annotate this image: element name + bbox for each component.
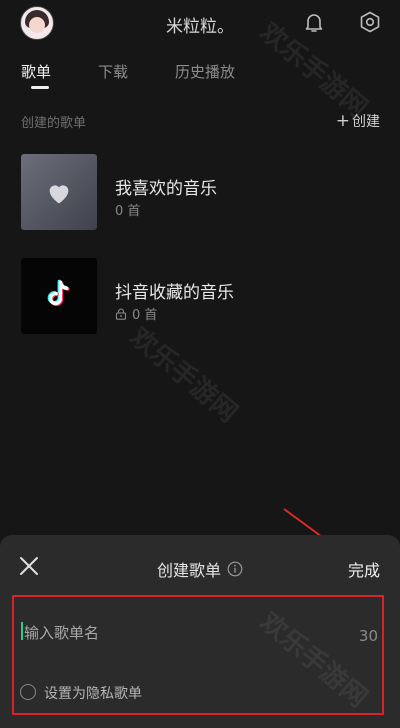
plus-icon: + — [335, 111, 350, 131]
tab-bar: 歌单 下载 历史播放 — [0, 58, 400, 94]
lock-icon — [115, 308, 127, 320]
heart-icon — [49, 185, 69, 204]
playlist-cover — [21, 154, 97, 230]
sheet-title: 创建歌单 — [0, 557, 400, 581]
tab-history[interactable]: 历史播放 — [175, 61, 235, 82]
create-playlist-button[interactable]: + 创建 — [336, 111, 380, 131]
settings-icon[interactable] — [358, 10, 382, 34]
info-icon[interactable] — [227, 561, 243, 577]
create-label: 创建 — [352, 114, 380, 130]
char-limit: 30 — [358, 627, 378, 645]
playlist-item-douyin[interactable]: 抖音收藏的音乐 0 首 — [21, 258, 381, 334]
tab-active-indicator — [31, 86, 49, 89]
section-header: 创建的歌单 + 创建 — [0, 110, 400, 134]
playlist-name-input[interactable] — [20, 617, 326, 649]
playlist-item-liked[interactable]: 我喜欢的音乐 0 首 — [21, 154, 381, 230]
nickname: 米粒粒。 — [166, 17, 234, 37]
private-label: 设置为隐私歌单 — [44, 686, 142, 702]
playlist-count: 0 首 — [132, 308, 158, 323]
text-cursor — [21, 622, 23, 640]
playlist-title: 我喜欢的音乐 — [115, 179, 217, 199]
playlist-count: 0 首 — [115, 204, 141, 219]
playlist-count-row: 0 首 — [115, 304, 157, 323]
playlist-title: 抖音收藏的音乐 — [115, 283, 234, 303]
sheet-title-text: 创建歌单 — [156, 561, 221, 580]
watermark: 欢乐手游网 — [123, 322, 243, 429]
playlist-cover — [21, 258, 97, 334]
header: 米粒粒。 — [0, 0, 400, 46]
tiktok-logo — [47, 279, 70, 307]
tab-downloads[interactable]: 下载 — [98, 61, 128, 82]
private-radio[interactable] — [20, 684, 36, 700]
section-title: 创建的歌单 — [21, 116, 87, 131]
done-button[interactable]: 完成 — [348, 557, 380, 581]
tab-playlists[interactable]: 歌单 — [21, 61, 51, 82]
bell-icon[interactable] — [302, 10, 326, 34]
create-form: 30 设置为隐私歌单 — [12, 595, 384, 715]
